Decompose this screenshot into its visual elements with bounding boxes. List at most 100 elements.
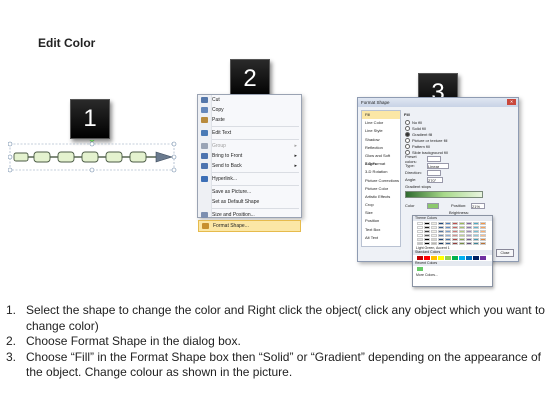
sidebar-item-reflection[interactable]: Reflection (362, 144, 400, 152)
color-swatch[interactable] (459, 242, 465, 245)
radio-button-icon[interactable] (405, 143, 410, 149)
color-swatch[interactable] (424, 234, 430, 237)
menu-item-edit-text[interactable]: Edit Text (198, 128, 301, 138)
sidebar-item-size[interactable]: Size (362, 209, 400, 217)
menu-item-paste[interactable]: Paste (198, 115, 301, 125)
chain-arrow-shape[interactable] (8, 140, 180, 180)
color-swatch[interactable] (480, 230, 486, 233)
color-swatch[interactable] (480, 222, 486, 225)
color-swatch[interactable] (445, 222, 451, 225)
sidebar-item-shadow[interactable]: Shadow (362, 136, 400, 144)
color-swatch[interactable] (417, 226, 423, 229)
close-button[interactable]: Close (496, 249, 514, 257)
color-swatch[interactable] (431, 226, 437, 229)
position-input[interactable]: 21% (471, 202, 485, 209)
color-swatch[interactable] (452, 256, 458, 260)
sidebar-item-picture-color[interactable]: Picture Color (362, 185, 400, 193)
color-swatch[interactable] (466, 234, 472, 237)
menu-item-save-as-picture[interactable]: Save as Picture... (198, 187, 301, 197)
color-swatch[interactable] (459, 234, 465, 237)
color-swatch[interactable] (417, 267, 423, 271)
menu-item-hyperlink[interactable]: Hyperlink... (198, 174, 301, 184)
sidebar-item-position[interactable]: Position (362, 217, 400, 225)
sidebar-item-alt-text[interactable]: Alt Text (362, 234, 400, 242)
menu-item-group[interactable]: Group ▸ (198, 141, 301, 151)
color-swatch[interactable] (424, 222, 430, 225)
color-swatch[interactable] (431, 256, 437, 260)
color-swatch[interactable] (417, 238, 423, 241)
menu-item-format-shape[interactable]: Format Shape... (198, 220, 301, 232)
color-swatch[interactable] (438, 222, 444, 225)
sidebar-item-line-style[interactable]: Line Style (362, 127, 400, 135)
angle-input[interactable]: 270° (427, 176, 443, 183)
color-swatch[interactable] (438, 242, 444, 245)
color-swatch[interactable] (445, 234, 451, 237)
color-swatch[interactable] (452, 238, 458, 241)
sidebar-item-fill[interactable]: Fill (362, 111, 400, 120)
color-swatch[interactable] (417, 234, 423, 237)
menu-item-cut[interactable]: Cut (198, 95, 301, 105)
color-swatch[interactable] (452, 226, 458, 229)
color-swatch[interactable] (417, 230, 423, 233)
color-swatch[interactable] (424, 226, 430, 229)
color-swatch[interactable] (445, 242, 451, 245)
sidebar-item-picture-corrections[interactable]: Picture Corrections (362, 177, 400, 185)
color-swatch[interactable] (473, 234, 479, 237)
color-swatch[interactable] (480, 226, 486, 229)
color-swatch[interactable] (431, 230, 437, 233)
color-swatch[interactable] (480, 256, 486, 260)
color-swatch[interactable] (466, 226, 472, 229)
color-swatch[interactable] (466, 256, 472, 260)
color-swatch[interactable] (438, 226, 444, 229)
menu-item-set-as-default-shape[interactable]: Set as Default Shape (198, 197, 301, 207)
angle-row[interactable]: Angle: 270° (403, 176, 515, 183)
color-swatch[interactable] (466, 242, 472, 245)
color-swatch[interactable] (473, 226, 479, 229)
radio-button-icon[interactable] (405, 137, 410, 143)
color-swatch[interactable] (438, 256, 444, 260)
color-swatch[interactable] (459, 222, 465, 225)
color-swatch[interactable] (445, 238, 451, 241)
color-swatch[interactable] (466, 238, 472, 241)
color-swatch[interactable] (480, 238, 486, 241)
gradient-stops-bar[interactable] (405, 191, 483, 198)
direction-dropdown[interactable] (427, 169, 441, 176)
color-swatch[interactable] (445, 256, 451, 260)
more-colors-item[interactable]: More Colors... (413, 272, 492, 278)
color-swatch[interactable] (417, 256, 423, 260)
sidebar-item-3-d-rotation[interactable]: 3-D Rotation (362, 168, 400, 176)
color-swatch[interactable] (424, 238, 430, 241)
color-swatch[interactable] (438, 238, 444, 241)
color-swatch[interactable] (424, 230, 430, 233)
color-swatch[interactable] (424, 242, 430, 245)
color-swatch[interactable] (452, 230, 458, 233)
color-swatch[interactable] (466, 230, 472, 233)
sidebar-item-line-color[interactable]: Line Color (362, 119, 400, 127)
preset-colors-dropdown[interactable] (427, 155, 441, 162)
type-row[interactable]: Type: Linear (403, 162, 515, 169)
menu-item-send-to-back[interactable]: Send to Back ▸ (198, 161, 301, 171)
sidebar-item-glow-and-soft-edges[interactable]: Glow and Soft Edges (362, 152, 400, 166)
menu-item-copy[interactable]: Copy (198, 105, 301, 115)
color-row[interactable]: Color Position: 21% (403, 202, 515, 209)
color-swatch[interactable] (452, 234, 458, 237)
color-swatch[interactable] (459, 238, 465, 241)
sidebar-item-3-d-format[interactable]: 3-D Format (362, 160, 400, 168)
dialog-close-icon[interactable]: ✕ (507, 99, 516, 105)
color-swatch[interactable] (431, 234, 437, 237)
color-swatch[interactable] (473, 238, 479, 241)
color-swatch[interactable] (424, 256, 430, 260)
direction-row[interactable]: Direction: (403, 169, 515, 176)
color-swatch[interactable] (459, 256, 465, 260)
color-swatch[interactable] (473, 230, 479, 233)
color-swatch[interactable] (480, 242, 486, 245)
color-swatch[interactable] (438, 234, 444, 237)
color-swatch[interactable] (452, 242, 458, 245)
color-swatch[interactable] (438, 230, 444, 233)
color-swatch[interactable] (466, 222, 472, 225)
radio-button-icon[interactable] (405, 125, 410, 131)
sidebar-item-artistic-effects[interactable]: Artistic Effects (362, 193, 400, 201)
color-swatch[interactable] (480, 234, 486, 237)
color-swatch[interactable] (459, 230, 465, 233)
color-swatch[interactable] (445, 230, 451, 233)
